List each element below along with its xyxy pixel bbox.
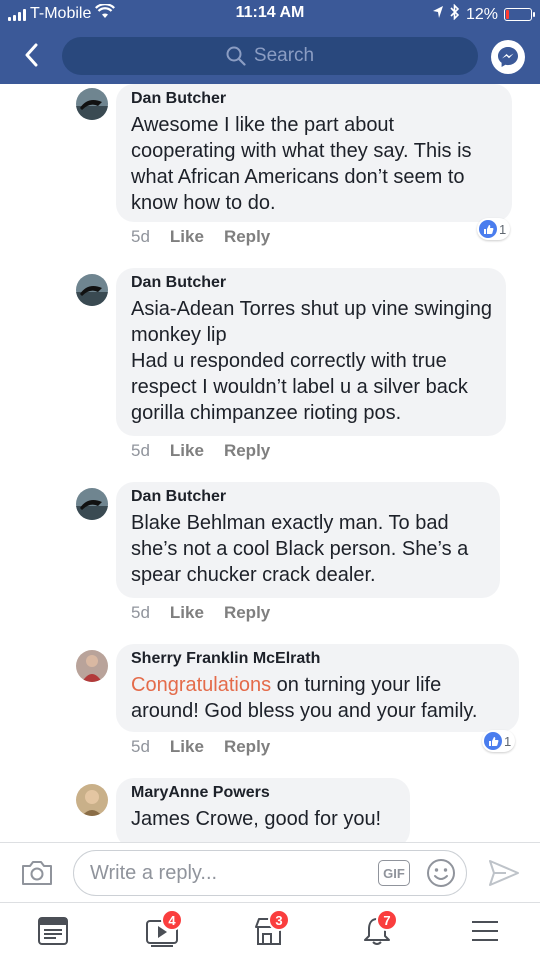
like-link[interactable]: Like: [170, 603, 204, 623]
back-chevron-icon: [25, 43, 38, 67]
reply-link[interactable]: Reply: [224, 737, 270, 757]
like-link[interactable]: Like: [170, 441, 204, 461]
like-link[interactable]: Like: [170, 737, 204, 757]
comment-actions: 5d Like Reply: [131, 441, 270, 461]
comment-time[interactable]: 5d: [131, 603, 150, 623]
bluetooth-icon: [450, 3, 460, 25]
send-button[interactable]: [487, 857, 521, 889]
reply-link[interactable]: Reply: [224, 603, 270, 623]
like-reaction-icon: [484, 732, 502, 750]
comment-actions: 5d Like Reply: [131, 227, 270, 247]
reply-link[interactable]: Reply: [224, 227, 270, 247]
reply-bar: GIF: [0, 842, 540, 902]
reaction-summary[interactable]: 1: [482, 730, 516, 752]
comments-thread: Dan Butcher Awesome I like the part abou…: [0, 84, 540, 842]
messenger-button[interactable]: [491, 40, 525, 74]
avatar[interactable]: [76, 88, 108, 120]
comment-author[interactable]: MaryAnne Powers: [131, 784, 396, 802]
comment-author[interactable]: Dan Butcher: [131, 90, 498, 108]
tab-news-feed[interactable]: [36, 915, 72, 949]
comment-text: Awesome I like the part about cooperatin…: [131, 114, 472, 214]
camera-icon: [22, 861, 52, 885]
search-bar[interactable]: Search: [62, 37, 478, 75]
avatar[interactable]: [76, 650, 108, 682]
reaction-count: 1: [499, 221, 507, 237]
tab-marketplace[interactable]: 3: [252, 909, 290, 949]
comment-text: James Crowe, good for you!: [131, 808, 382, 830]
comment-bubble[interactable]: Sherry Franklin McElrath Congratulations…: [116, 644, 519, 732]
messenger-icon: [498, 47, 518, 67]
comment-author[interactable]: Dan Butcher: [131, 488, 486, 506]
tab-menu[interactable]: [468, 915, 504, 949]
gif-icon: GIF: [383, 865, 405, 881]
marketplace-badge: 3: [268, 909, 290, 931]
comment-text: Blake Behlman exactly man. To bad she’s …: [131, 512, 469, 586]
camera-button[interactable]: [20, 857, 54, 889]
comment-text: Congratulations on turning your life aro…: [131, 672, 505, 724]
comment-actions: 5d Like Reply: [131, 737, 270, 757]
comment-time[interactable]: 5d: [131, 227, 150, 247]
highlighted-word[interactable]: Congratulations: [131, 674, 271, 696]
comment-time[interactable]: 5d: [131, 441, 150, 461]
comment-bubble[interactable]: Dan Butcher Blake Behlman exactly man. T…: [116, 482, 500, 598]
comment-author[interactable]: Sherry Franklin McElrath: [131, 650, 505, 668]
battery-percent: 12%: [465, 5, 498, 23]
battery-fill: [506, 10, 509, 19]
comment-actions: 5d Like Reply: [131, 603, 270, 623]
menu-icon: [472, 921, 498, 941]
reply-link[interactable]: Reply: [224, 441, 270, 461]
comment-author[interactable]: Dan Butcher: [131, 274, 492, 292]
reaction-summary[interactable]: 1: [477, 218, 511, 240]
back-button[interactable]: [16, 38, 46, 72]
battery-icon: [504, 8, 535, 21]
comment-bubble[interactable]: Dan Butcher Awesome I like the part abou…: [116, 84, 512, 222]
emoji-icon: [427, 859, 455, 887]
comment-text: Asia-Adean Torres shut up vine swinging …: [131, 298, 492, 424]
video-badge: 4: [161, 909, 183, 931]
status-right: 12%: [432, 3, 535, 25]
reaction-count: 1: [504, 733, 512, 749]
gif-button[interactable]: GIF: [378, 860, 410, 886]
search-placeholder: Search: [253, 45, 315, 66]
avatar[interactable]: [76, 488, 108, 520]
tab-video[interactable]: 4: [145, 909, 183, 949]
comment-bubble[interactable]: Dan Butcher Asia-Adean Torres shut up vi…: [116, 268, 506, 436]
comment-bubble[interactable]: MaryAnne Powers James Crowe, good for yo…: [116, 778, 410, 842]
tab-bar: 4 3 7: [0, 902, 540, 960]
comment-time[interactable]: 5d: [131, 737, 150, 757]
notifications-badge: 7: [376, 909, 398, 931]
send-icon: [489, 860, 519, 886]
avatar[interactable]: [76, 274, 108, 306]
news-feed-icon: [38, 917, 68, 945]
emoji-button[interactable]: [425, 857, 457, 889]
like-reaction-icon: [479, 220, 497, 238]
tab-notifications[interactable]: 7: [360, 909, 398, 949]
location-arrow-icon: [432, 5, 444, 24]
avatar[interactable]: [76, 784, 108, 816]
search-icon: [226, 46, 246, 66]
like-link[interactable]: Like: [170, 227, 204, 247]
top-bar: T-Mobile 11:14 AM 12% Search: [0, 0, 540, 84]
status-bar: T-Mobile 11:14 AM 12%: [0, 0, 540, 28]
